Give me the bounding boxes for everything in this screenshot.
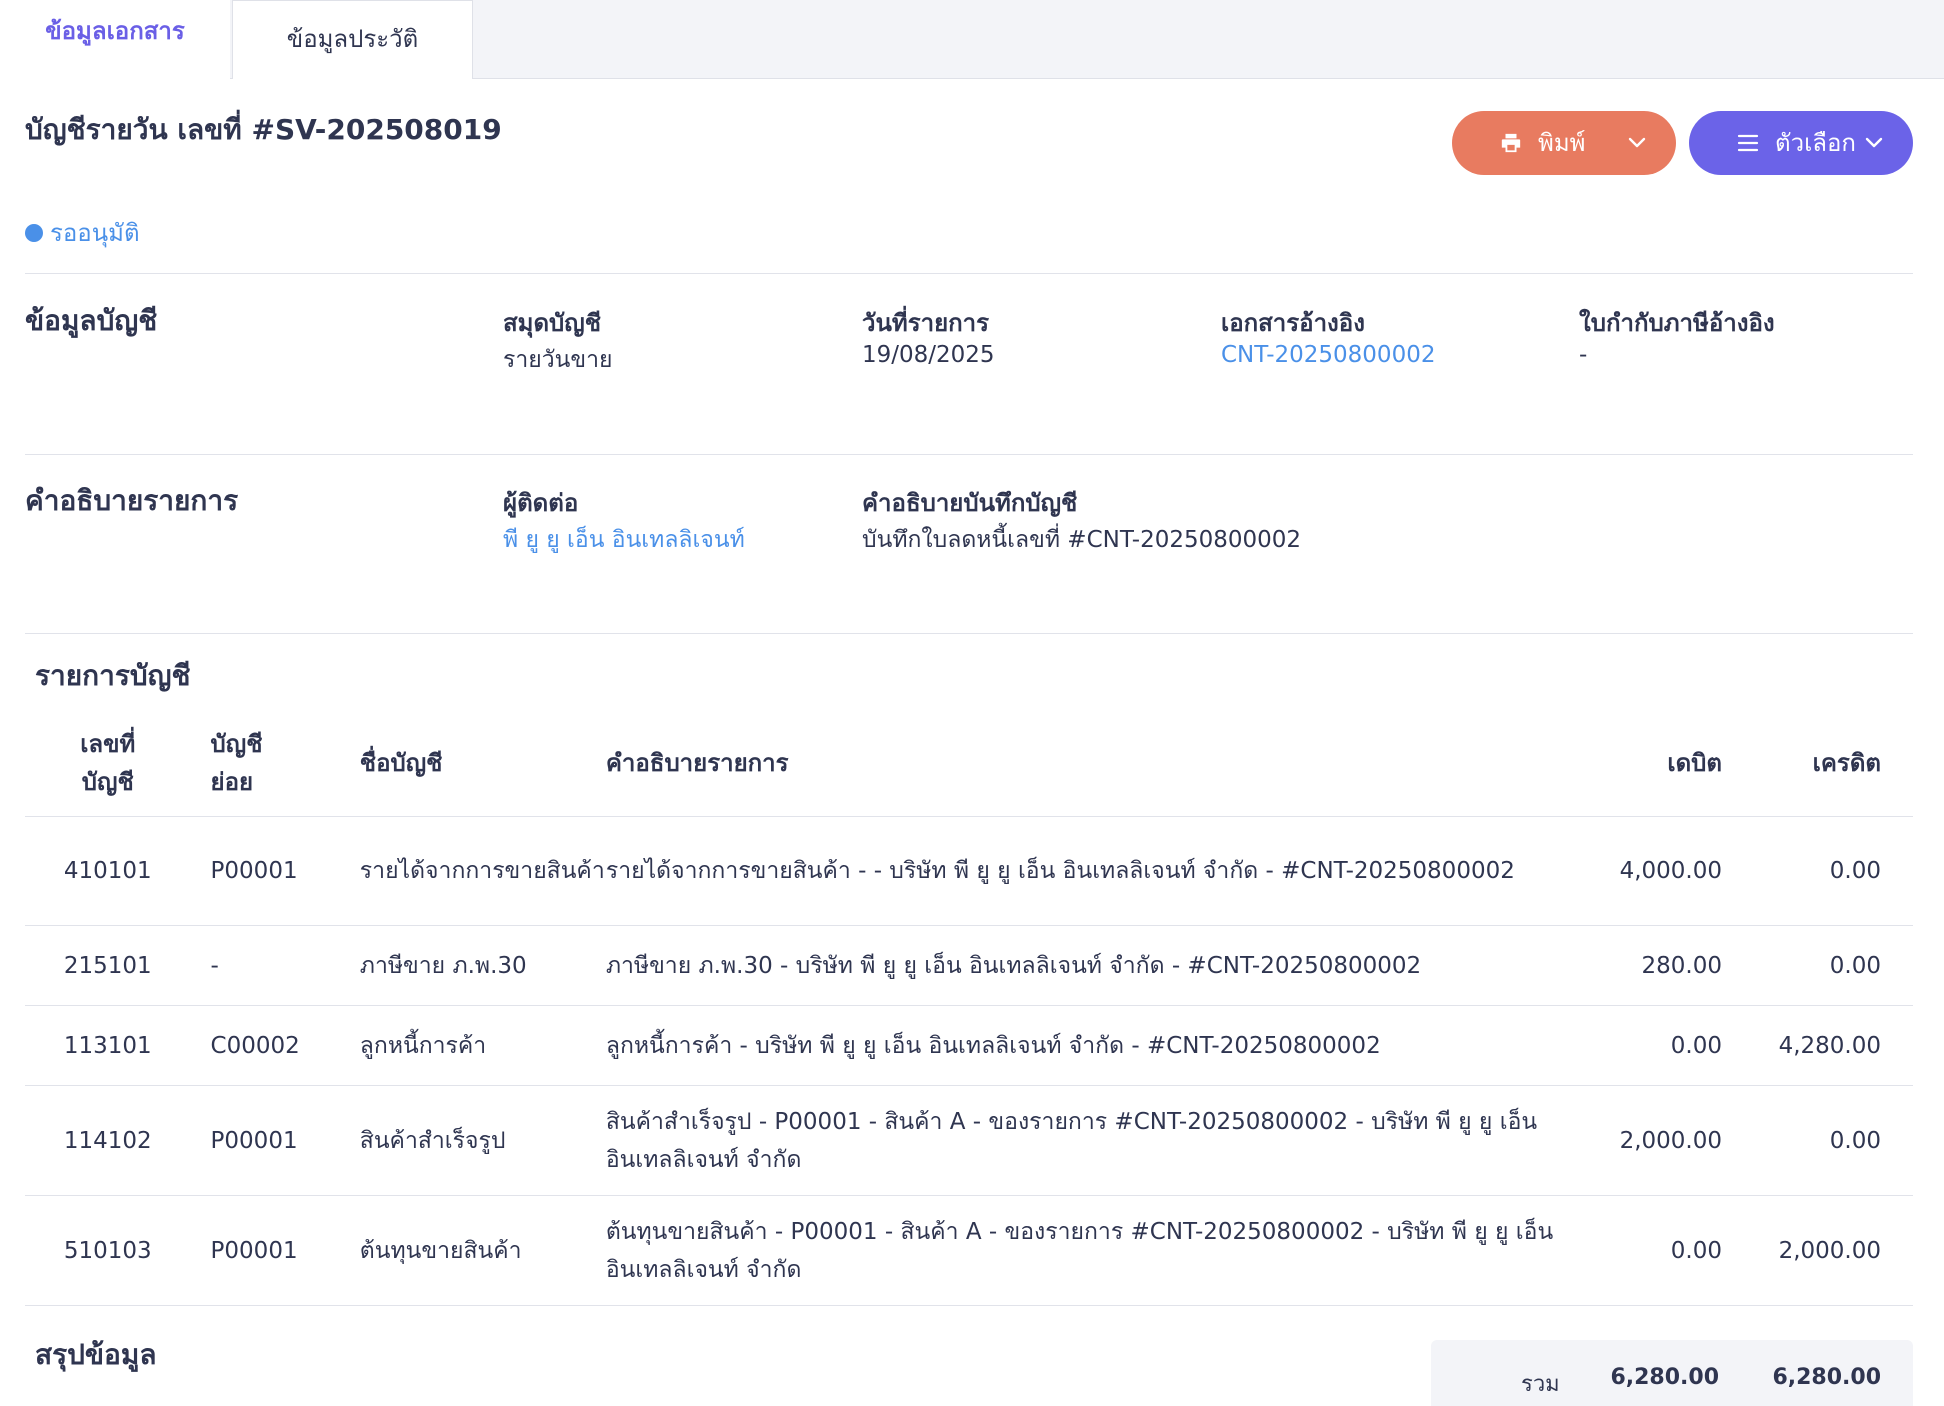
divider	[25, 454, 1913, 455]
debit-amount: 2,000.00	[1565, 1085, 1722, 1196]
account-no: 113101	[25, 1005, 191, 1086]
memo-value: บันทึกใบลดหนี้เลขที่ #CNT-20250800002	[862, 527, 1302, 553]
col-account-name: ชื่อบัญชี	[339, 709, 606, 817]
status-badge: รออนุมัติ	[25, 213, 140, 252]
date-label: วันที่รายการ	[862, 309, 990, 337]
credit-amount: 0.00	[1722, 816, 1913, 926]
book-label: สมุดบัญชี	[503, 309, 602, 337]
print-label: พิมพ์	[1538, 129, 1586, 157]
entries-title: รายการบัญชี	[35, 659, 191, 692]
account-name: ลูกหนี้การค้า	[339, 1005, 606, 1086]
col-credit: เครดิต	[1722, 709, 1913, 817]
table-row: 215101 - ภาษีขาย ภ.พ.30 ภาษีขาย ภ.พ.30 -…	[25, 925, 1913, 1006]
sub-account: -	[190, 925, 340, 1006]
summary-total-box: รวม 6,280.00 6,280.00	[1431, 1340, 1913, 1406]
credit-amount: 0.00	[1722, 1085, 1913, 1196]
tab-bar: ข้อมูลเอกสาร ข้อมูลประวัติ	[0, 0, 1944, 79]
account-name: ภาษีขาย ภ.พ.30	[339, 925, 606, 1006]
table-row: 510103 P00001 ต้นทุนขายสินค้า ต้นทุนขายส…	[25, 1195, 1913, 1306]
sub-account: P00001	[190, 1195, 340, 1306]
total-credit: 6,280.00	[1772, 1365, 1881, 1390]
chevron-down-icon	[1865, 111, 1883, 175]
tab-document-info[interactable]: ข้อมูลเอกสาร	[0, 0, 230, 79]
credit-amount: 2,000.00	[1722, 1195, 1913, 1306]
debit-amount: 0.00	[1565, 1005, 1722, 1086]
entries-table: เลขที่ บัญชี บัญชี ย่อย ชื่อบัญชี คำอธิบาย…	[25, 709, 1913, 1306]
options-label: ตัวเลือก	[1775, 129, 1856, 157]
status-label: รออนุมัติ	[50, 219, 140, 247]
col-account-no: เลขที่ บัญชี	[25, 709, 191, 817]
book-value: รายวันขาย	[503, 347, 613, 373]
account-name: สินค้าสำเร็จรูป	[339, 1085, 606, 1196]
credit-amount: 0.00	[1722, 925, 1913, 1006]
chevron-down-icon	[1628, 111, 1646, 175]
entry-description: ภาษีขาย ภ.พ.30 - บริษัท พี ยู ยู เอ็น อิ…	[605, 925, 1566, 1006]
col-sub-account: บัญชี ย่อย	[190, 709, 340, 817]
options-button[interactable]: ตัวเลือก	[1689, 111, 1913, 175]
entry-description: ลูกหนี้การค้า - บริษัท พี ยู ยู เอ็น อิน…	[605, 1005, 1566, 1086]
date-value: 19/08/2025	[862, 342, 995, 368]
table-header-row: เลขที่ บัญชี บัญชี ย่อย ชื่อบัญชี คำอธิบาย…	[25, 709, 1913, 817]
debit-amount: 280.00	[1565, 925, 1722, 1006]
tax-invoice-label: ใบกำกับภาษีอ้างอิง	[1579, 309, 1775, 337]
description-title: คำอธิบายรายการ	[25, 484, 239, 517]
col-description: คำอธิบายรายการ	[605, 709, 1566, 817]
reference-doc-link[interactable]: CNT-20250800002	[1221, 342, 1435, 368]
table-row: 113101 C00002 ลูกหนี้การค้า ลูกหนี้การค้…	[25, 1005, 1913, 1086]
contact-link[interactable]: พี ยู ยู เอ็น อินเทลลิเจนท์	[503, 522, 745, 558]
total-label: รวม	[1521, 1372, 1560, 1397]
account-no: 410101	[25, 816, 191, 926]
tab-history-info[interactable]: ข้อมูลประวัติ	[232, 0, 473, 79]
table-row: 410101 P00001 รายได้จากการขายสินค้า รายไ…	[25, 816, 1913, 926]
entry-description: รายได้จากการขายสินค้า - - บริษัท พี ยู ย…	[605, 816, 1566, 926]
account-name: ต้นทุนขายสินค้า	[339, 1195, 606, 1306]
sub-account: P00001	[190, 816, 340, 926]
sub-account: C00002	[190, 1005, 340, 1086]
print-button[interactable]: พิมพ์	[1452, 111, 1676, 175]
divider	[25, 273, 1913, 274]
memo-label: คำอธิบายบันทึกบัญชี	[862, 489, 1078, 517]
account-no: 215101	[25, 925, 191, 1006]
reference-doc-label: เอกสารอ้างอิง	[1221, 309, 1365, 337]
table-row: 114102 P00001 สินค้าสำเร็จรูป สินค้าสำเร…	[25, 1085, 1913, 1196]
account-name: รายได้จากการขายสินค้า	[339, 816, 606, 926]
account-info-title: ข้อมูลบัญชี	[25, 304, 158, 337]
contact-label: ผู้ติดต่อ	[503, 489, 579, 517]
credit-amount: 4,280.00	[1722, 1005, 1913, 1086]
account-no: 510103	[25, 1195, 191, 1306]
divider	[25, 633, 1913, 634]
sub-account: P00001	[190, 1085, 340, 1196]
menu-icon	[1737, 111, 1759, 175]
col-debit: เดบิต	[1565, 709, 1722, 817]
debit-amount: 4,000.00	[1565, 816, 1722, 926]
entry-description: สินค้าสำเร็จรูป - P00001 - สินค้า A - ขอ…	[605, 1085, 1566, 1196]
printer-icon	[1500, 111, 1522, 175]
summary-title: สรุปข้อมูล	[35, 1338, 157, 1371]
page-title: บัญชีรายวัน เลขที่ #SV-202508019	[25, 113, 502, 146]
account-no: 114102	[25, 1085, 191, 1196]
entry-description: ต้นทุนขายสินค้า - P00001 - สินค้า A - ขอ…	[605, 1195, 1566, 1306]
status-dot-icon	[25, 223, 43, 242]
tax-invoice-value: -	[1579, 342, 1588, 368]
total-debit: 6,280.00	[1610, 1365, 1719, 1390]
debit-amount: 0.00	[1565, 1195, 1722, 1306]
